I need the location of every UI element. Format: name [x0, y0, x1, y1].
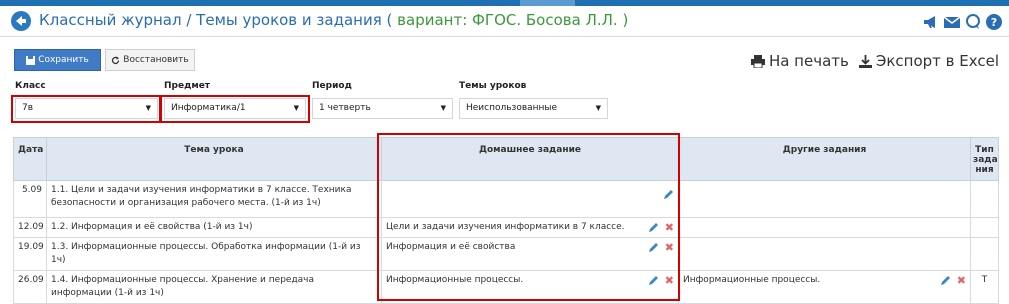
header-icons: ? [922, 13, 1003, 31]
type-cell: Т [970, 270, 999, 304]
other-cell[interactable] [678, 237, 971, 271]
save-button[interactable]: Сохранить [14, 49, 101, 71]
restore-button[interactable]: Восстановить [105, 49, 195, 71]
save-label: Сохранить [38, 55, 89, 65]
delete-x-icon[interactable]: ✖ [957, 275, 966, 286]
type-cell [970, 180, 999, 218]
export-label: Экспорт в Excel [875, 52, 999, 70]
megaphone-icon[interactable] [922, 13, 940, 31]
lesson-topic: 1.1. Цели и задачи изучения информатики … [46, 180, 382, 218]
topics-label: Темы уроков [459, 81, 527, 91]
other-cell[interactable] [678, 217, 971, 238]
lesson-date[interactable]: 19.09 [13, 237, 47, 271]
topics-select[interactable]: Неиспользованные ▼ [459, 98, 608, 119]
title-text: Классный журнал / Темы уроков и задания … [39, 11, 393, 29]
restore-label: Восстановить [123, 55, 189, 65]
page-title: Классный журнал / Темы уроков и задания … [39, 11, 628, 29]
print-link[interactable]: На печать [750, 52, 849, 70]
help-icon[interactable]: ? [985, 13, 1003, 31]
lesson-topic: 1.2. Информация и её свойства (1-й из 1ч… [46, 217, 382, 238]
highlight-homework-box [377, 133, 680, 301]
topics-value: Неиспользованные [466, 103, 558, 113]
export-excel-link[interactable]: Экспорт в Excel [858, 52, 999, 70]
export-icon [858, 54, 872, 68]
type-cell [970, 237, 999, 271]
chevron-down-icon: ▼ [595, 104, 601, 112]
svg-text:?: ? [991, 16, 997, 29]
highlight-class-box [11, 95, 161, 123]
chat-icon[interactable] [964, 13, 982, 31]
period-value: 1 четверть [319, 103, 371, 113]
lesson-date[interactable]: 12.09 [13, 217, 47, 238]
printer-icon [750, 54, 765, 68]
period-label: Период [312, 81, 352, 91]
col-type: Тип зада ния [970, 137, 999, 181]
period-select[interactable]: 1 четверть ▼ [312, 98, 453, 119]
lesson-topic: 1.4. Информационные процессы. Хранение и… [46, 270, 382, 304]
highlight-subject-box [160, 95, 310, 123]
class-label: Класс [15, 81, 46, 91]
page-header: Классный журнал / Темы уроков и задания … [0, 6, 1009, 37]
lesson-topic: 1.3. Информационные процессы. Обработка … [46, 237, 382, 271]
floppy-icon [26, 55, 36, 65]
edit-pencil-icon[interactable] [940, 275, 951, 286]
col-topic: Тема урока [46, 137, 382, 181]
col-other: Другие задания [678, 137, 971, 181]
other-cell[interactable] [678, 180, 971, 218]
other-text: Информационные процессы. [683, 275, 821, 285]
other-cell[interactable]: Информационные процессы. ✖ [678, 270, 971, 304]
lesson-date[interactable]: 5.09 [13, 180, 47, 218]
subject-label: Предмет [164, 81, 211, 91]
col-date: Дата [13, 137, 47, 181]
type-cell [970, 217, 999, 238]
print-export-links: На печать Экспорт в Excel [750, 52, 999, 70]
envelope-icon[interactable] [943, 13, 961, 31]
back-arrow-icon[interactable] [11, 11, 31, 31]
print-label: На печать [768, 52, 849, 70]
lesson-date[interactable]: 26.09 [13, 270, 47, 304]
refresh-icon [112, 56, 120, 64]
variant-text: вариант: ФГОС. Босова Л.Л. ) [397, 11, 629, 29]
chevron-down-icon: ▼ [440, 104, 446, 112]
